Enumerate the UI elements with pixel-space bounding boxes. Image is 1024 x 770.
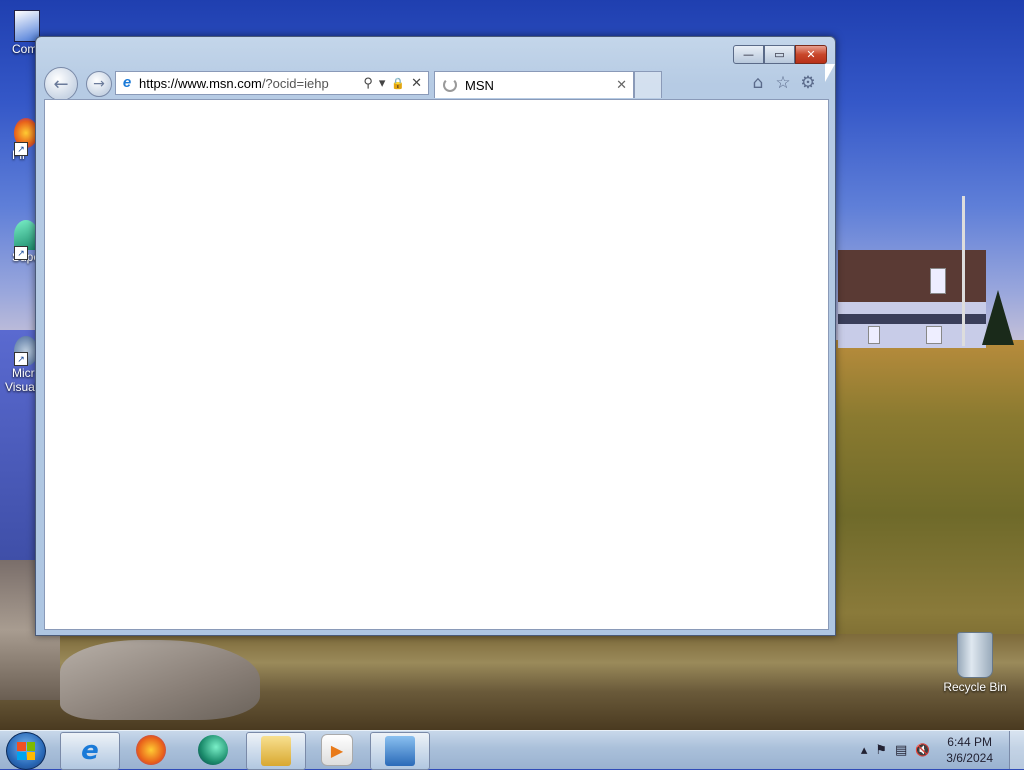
desktop-wallpaper-house bbox=[838, 250, 988, 350]
loading-spinner-icon bbox=[443, 78, 457, 92]
show-desktop-button[interactable] bbox=[1009, 731, 1024, 769]
back-button[interactable]: ← bbox=[44, 67, 78, 101]
url-host: msn.com bbox=[209, 75, 262, 91]
internet-explorer-icon: e bbox=[81, 736, 99, 766]
firefox-icon bbox=[136, 735, 166, 765]
desktop-wallpaper-rock bbox=[60, 640, 260, 720]
navigation-bar: ← → e https://www. msn.com/?ocid=iehp ⚲ ▾… bbox=[44, 67, 824, 101]
stop-icon[interactable]: ✕ bbox=[411, 75, 422, 91]
control-panel-icon bbox=[385, 736, 415, 766]
url-path: /?ocid=iehp bbox=[261, 75, 329, 91]
taskbar-item-control-panel[interactable] bbox=[370, 732, 430, 770]
lock-icon[interactable]: 🔒 bbox=[391, 77, 405, 90]
browser-toolbar: ⌂ ☆ ⚙ bbox=[743, 73, 818, 93]
system-tray: ▴ ⚑ ▤ 🔇 6:44 PM 3/6/2024 bbox=[861, 731, 1024, 769]
taskbar-item-file-explorer[interactable] bbox=[246, 732, 306, 770]
forward-button[interactable]: → bbox=[86, 71, 112, 97]
taskbar-item-app[interactable] bbox=[184, 732, 242, 768]
taskbar: e ▶ ▴ ⚑ ▤ 🔇 6:44 PM 3/6/2024 bbox=[0, 730, 1024, 770]
mouse-cursor bbox=[825, 64, 835, 82]
desktop-icon-visual-studio[interactable]: ↗ Micr Visual bbox=[0, 336, 40, 394]
ie-page-icon: e bbox=[122, 74, 132, 91]
address-tools: ⚲ ▾ 🔒 ✕ bbox=[363, 75, 428, 91]
page-content[interactable] bbox=[44, 99, 829, 630]
address-bar[interactable]: e https://www. msn.com/?ocid=iehp ⚲ ▾ 🔒 ✕ bbox=[115, 71, 429, 95]
desktop-icon-firefox[interactable]: ↗ Fir bbox=[0, 118, 40, 162]
desktop-wallpaper-tree bbox=[982, 290, 1014, 345]
folder-icon bbox=[261, 736, 291, 766]
home-icon[interactable]: ⌂ bbox=[748, 73, 768, 93]
action-center-flag-icon[interactable]: ⚑ bbox=[875, 743, 887, 758]
search-icon[interactable]: ⚲ bbox=[363, 75, 373, 91]
tab-title: MSN bbox=[465, 77, 494, 93]
shortcut-arrow-icon: ↗ bbox=[14, 246, 28, 260]
taskbar-item-firefox[interactable] bbox=[122, 732, 180, 768]
url-prefix: https://www. bbox=[139, 75, 210, 91]
volume-muted-icon[interactable]: 🔇 bbox=[915, 743, 930, 757]
recycle-bin-icon bbox=[957, 632, 993, 678]
desktop-icon-app[interactable]: ↗ Supe bbox=[0, 220, 40, 264]
shortcut-arrow-icon: ↗ bbox=[14, 142, 28, 156]
start-button[interactable] bbox=[6, 732, 46, 770]
window-caption-buttons: — ▭ ✕ bbox=[731, 45, 827, 64]
clock-time: 6:44 PM bbox=[947, 735, 992, 749]
taskbar-item-media-player[interactable]: ▶ bbox=[308, 732, 366, 768]
new-tab-button[interactable] bbox=[634, 71, 662, 98]
desktop-wallpaper-flagpole bbox=[962, 196, 965, 346]
shortcut-arrow-icon: ↗ bbox=[14, 352, 28, 366]
desktop-icon-computer[interactable]: Com bbox=[0, 10, 40, 56]
browser-window: — ▭ ✕ ← → e https://www. msn.com/?ocid=ie… bbox=[35, 36, 836, 636]
tab-msn[interactable]: MSN ✕ bbox=[434, 71, 634, 98]
app-green-icon bbox=[198, 735, 228, 765]
clock[interactable]: 6:44 PM 3/6/2024 bbox=[946, 734, 993, 766]
clock-date: 3/6/2024 bbox=[946, 751, 993, 765]
close-tab-icon[interactable]: ✕ bbox=[616, 77, 627, 93]
media-player-icon: ▶ bbox=[321, 734, 353, 766]
show-hidden-icons-icon[interactable]: ▴ bbox=[861, 743, 868, 758]
minimize-button[interactable]: — bbox=[733, 45, 764, 64]
recycle-bin-label: Recycle Bin bbox=[943, 680, 1007, 694]
close-button[interactable]: ✕ bbox=[795, 45, 827, 64]
gear-icon[interactable]: ⚙ bbox=[798, 73, 818, 93]
maximize-button[interactable]: ▭ bbox=[764, 45, 795, 64]
taskbar-item-internet-explorer[interactable]: e bbox=[60, 732, 120, 770]
network-icon[interactable]: ▤ bbox=[895, 743, 907, 758]
windows-logo-icon bbox=[17, 742, 35, 760]
favorites-icon[interactable]: ☆ bbox=[773, 73, 793, 93]
chevron-down-icon[interactable]: ▾ bbox=[379, 75, 386, 91]
desktop-icon-recycle-bin[interactable]: Recycle Bin bbox=[940, 632, 1010, 694]
